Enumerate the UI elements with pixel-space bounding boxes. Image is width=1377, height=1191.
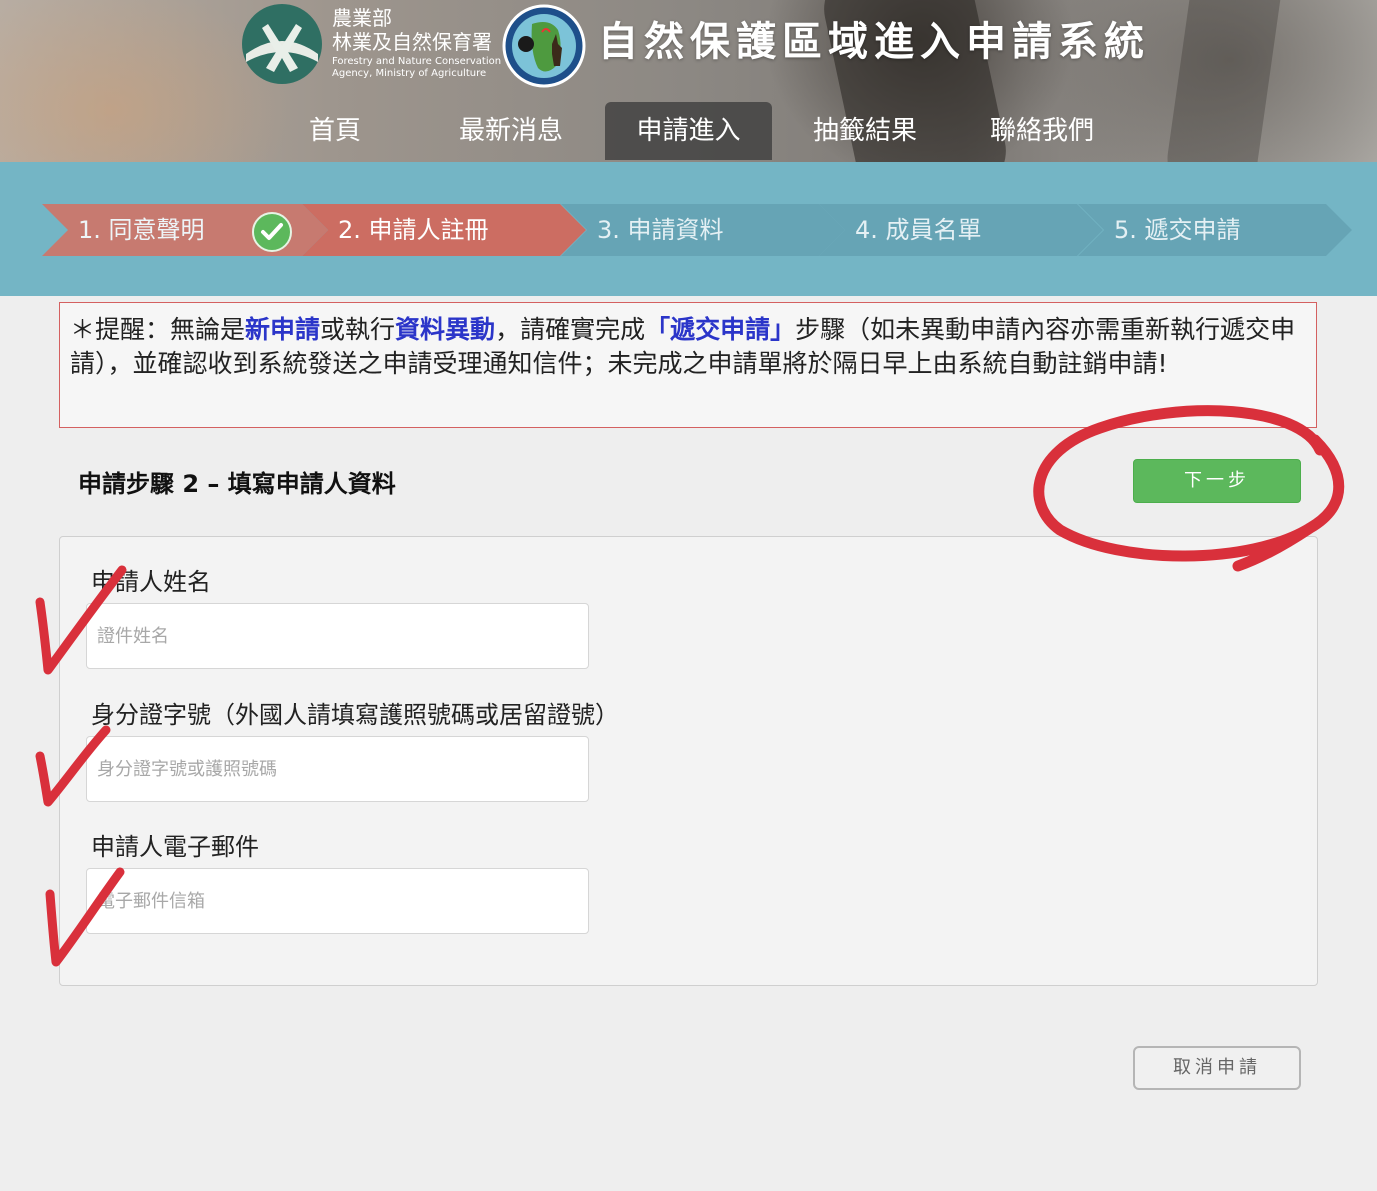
main-nav: 首頁 最新消息 申請進入 抽籤結果 聯絡我們: [0, 100, 1377, 162]
email-label: 申請人電子郵件: [91, 833, 259, 861]
site-title: 自然保護區域進入申請系統: [598, 19, 1150, 65]
step-1-label: 1. 同意聲明: [78, 216, 205, 244]
next-step-button[interactable]: 下一步: [1133, 459, 1301, 503]
agency-name-zh-line1: 農業部: [332, 6, 392, 30]
wildlife-emblem-icon: [502, 4, 586, 88]
site-header: 農業部 林業及自然保育署 Forestry and Nature Conserv…: [0, 0, 1377, 162]
nav-apply[interactable]: 申請進入: [605, 102, 772, 160]
check-circle-icon: [252, 212, 292, 252]
reminder-notice: ＊提醒：無論是新申請或執行資料異動，請確實完成「遞交申請」步驟（如未異動申請內容…: [59, 302, 1317, 428]
step-2-registration: 2. 申請人註冊: [302, 204, 586, 256]
nav-home[interactable]: 首頁: [294, 102, 376, 160]
notice-highlight-submit: 「遞交申請」: [645, 315, 796, 344]
id-number-input[interactable]: [86, 736, 589, 802]
nav-contact[interactable]: 聯絡我們: [977, 102, 1107, 160]
notice-text: 或執行: [320, 315, 396, 344]
progress-steps: 1. 同意聲明 2. 申請人註冊 3. 申請資料 4. 成員名單 5. 遞交申請: [0, 162, 1377, 296]
notice-highlight-data-change: 資料異動: [395, 315, 496, 344]
notice-highlight-new-application: 新申請: [245, 315, 321, 344]
nav-news[interactable]: 最新消息: [446, 102, 576, 160]
agency-name-en: Forestry and Nature Conservation Agency,…: [332, 56, 502, 80]
notice-text: ，請確實完成: [495, 315, 646, 344]
step-5-submit: 5. 遞交申請: [1078, 204, 1352, 256]
id-number-label: 身分證字號（外國人請填寫護照號碼或居留證號）: [91, 701, 619, 729]
email-input[interactable]: [86, 868, 589, 934]
step-4-member-list: 4. 成員名單: [819, 204, 1103, 256]
nav-lottery-results[interactable]: 抽籤結果: [800, 102, 930, 160]
agency-name-en-line1: Forestry and Nature Conservation: [332, 56, 502, 67]
step-3-application-data: 3. 申請資料: [561, 204, 845, 256]
agency-name-en-line2: Agency, Ministry of Agriculture: [332, 68, 487, 79]
cancel-application-button[interactable]: 取消申請: [1133, 1046, 1301, 1090]
section-title: 申請步驟 2 – 填寫申請人資料: [78, 470, 396, 498]
applicant-name-label: 申請人姓名: [91, 568, 211, 596]
applicant-name-input[interactable]: [86, 603, 589, 669]
agency-logo-icon[interactable]: [238, 2, 326, 86]
step-1-agreement: 1. 同意聲明: [42, 204, 328, 256]
notice-text: ＊提醒：無論是: [70, 315, 246, 344]
agency-name-zh-line2: 林業及自然保育署: [332, 30, 492, 54]
agency-name-zh: 農業部 林業及自然保育署: [332, 6, 492, 54]
